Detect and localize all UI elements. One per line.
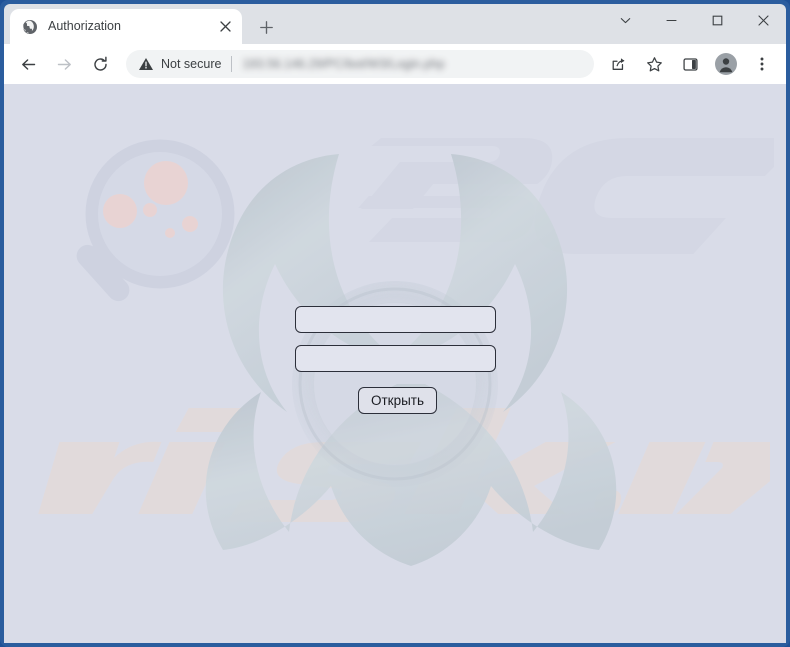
share-icon[interactable] bbox=[603, 49, 633, 79]
password-input[interactable] bbox=[295, 345, 496, 372]
address-bar[interactable]: Not secure 193.56.146.29/PC/bot/W3/Login… bbox=[126, 50, 594, 78]
reload-icon[interactable] bbox=[85, 49, 115, 79]
security-status-label: Not secure bbox=[161, 57, 222, 71]
navigation-toolbar: Not secure 193.56.146.29/PC/bot/W3/Login… bbox=[4, 44, 786, 84]
browser-window: Authorization Not secure 193.56.146.29/P… bbox=[0, 0, 790, 647]
side-panel-icon[interactable] bbox=[675, 49, 705, 79]
forward-icon bbox=[49, 49, 79, 79]
username-input[interactable] bbox=[295, 306, 496, 333]
profile-avatar-icon[interactable] bbox=[711, 49, 741, 79]
minimize-icon[interactable] bbox=[648, 4, 694, 36]
bookmark-star-icon[interactable] bbox=[639, 49, 669, 79]
more-menu-icon[interactable] bbox=[747, 49, 777, 79]
window-controls bbox=[602, 4, 786, 44]
omnibox-divider bbox=[231, 56, 233, 72]
close-window-icon[interactable] bbox=[740, 4, 786, 36]
url-text[interactable]: 193.56.146.29/PC/bot/W3/Login.php bbox=[242, 57, 582, 71]
close-icon[interactable] bbox=[216, 18, 234, 36]
tab-title: Authorization bbox=[48, 20, 121, 33]
page-viewport: Открыть bbox=[4, 84, 786, 643]
new-tab-button[interactable] bbox=[252, 13, 280, 41]
open-submit-button[interactable]: Открыть bbox=[357, 387, 438, 414]
login-form: Открыть bbox=[295, 306, 500, 414]
back-icon[interactable] bbox=[13, 49, 43, 79]
tab-strip: Authorization bbox=[4, 4, 786, 44]
maximize-icon[interactable] bbox=[694, 4, 740, 36]
browser-tab[interactable]: Authorization bbox=[10, 9, 242, 44]
chevron-down-icon[interactable] bbox=[602, 4, 648, 36]
warning-triangle-icon[interactable] bbox=[138, 56, 154, 72]
globe-icon bbox=[22, 19, 38, 35]
